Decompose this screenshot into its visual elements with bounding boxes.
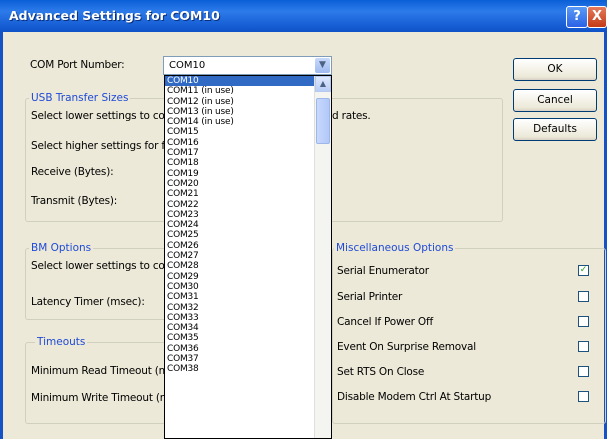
com-port-option[interactable]: COM33 (165, 313, 331, 323)
com-port-option[interactable]: COM35 (165, 333, 331, 343)
misc-options-title: Miscellaneous Options (334, 242, 456, 254)
serial-printer-checkbox[interactable] (578, 291, 589, 302)
misc-option-label: Set RTS On Close (337, 366, 425, 378)
com-port-option[interactable]: COM32 (165, 303, 331, 313)
window-title: Advanced Settings for COM10 (9, 8, 220, 23)
bm-options-title: BM Options (29, 242, 94, 254)
com-port-option[interactable]: COM10 (165, 76, 331, 87)
com-port-option[interactable]: COM34 (165, 323, 331, 333)
close-button[interactable]: X (587, 6, 607, 28)
defaults-button[interactable]: Defaults (513, 118, 597, 141)
com-port-option[interactable]: COM30 (165, 282, 331, 292)
checkmark-icon: ✓ (579, 265, 588, 275)
disable-modem-ctrl-checkbox[interactable] (578, 391, 589, 402)
timeouts-title: Timeouts (35, 336, 88, 348)
serial-enumerator-checkbox[interactable]: ✓ (578, 265, 589, 276)
com-port-options: COM10 COM11 (in use) COM12 (in use) COM13 (… (165, 76, 331, 375)
transmit-label: Transmit (Bytes): (31, 195, 118, 207)
com-port-dropdown-list[interactable]: COM10 COM11 (in use) COM12 (in use) COM13 (… (164, 75, 332, 439)
latency-timer-label: Latency Timer (msec): (31, 296, 145, 308)
cancel-if-power-off-checkbox[interactable] (578, 316, 589, 327)
com-port-option[interactable]: COM17 (165, 148, 331, 158)
misc-option-label: Disable Modem Ctrl At Startup (337, 391, 492, 403)
com-port-label: COM Port Number: (30, 59, 125, 71)
com-port-value: COM10 (169, 60, 206, 71)
title-bar: Advanced Settings for COM10 ? X (0, 0, 607, 33)
com-port-option[interactable]: COM22 (165, 200, 331, 210)
com-port-option[interactable]: COM26 (165, 241, 331, 251)
chevron-down-icon[interactable]: ▼ (315, 58, 330, 73)
com-port-option[interactable]: COM19 (165, 169, 331, 179)
chevron-up-icon[interactable]: ▲ (315, 76, 331, 92)
scrollbar-thumb[interactable] (316, 98, 330, 144)
usb-transfer-title: USB Transfer Sizes (29, 92, 131, 104)
event-on-surprise-removal-checkbox[interactable] (578, 341, 589, 352)
com-port-option[interactable]: COM20 (165, 179, 331, 189)
usb-higher-text: Select higher settings for fas (31, 140, 177, 152)
com-port-combobox[interactable]: COM10 ▼ (163, 56, 332, 75)
com-port-option[interactable]: COM18 (165, 158, 331, 168)
misc-option-label: Event On Surprise Removal (337, 341, 476, 353)
misc-option-label: Serial Enumerator (337, 265, 429, 277)
min-write-timeout-label: Minimum Write Timeout (mse (31, 392, 182, 404)
misc-option-label: Serial Printer (337, 291, 403, 303)
com-port-option[interactable]: COM37 (165, 354, 331, 364)
com-port-option[interactable]: COM23 (165, 210, 331, 220)
min-read-timeout-label: Minimum Read Timeout (msec (31, 365, 186, 377)
com-port-option[interactable]: COM36 (165, 344, 331, 354)
set-rts-on-close-checkbox[interactable] (578, 366, 589, 377)
usb-lower-tail: d rates. (332, 110, 371, 122)
com-port-option[interactable]: COM16 (165, 138, 331, 148)
com-port-option[interactable]: COM12 (in use) (165, 97, 331, 107)
misc-option-label: Cancel If Power Off (337, 316, 433, 328)
com-port-option[interactable]: COM28 (165, 261, 331, 271)
com-port-option[interactable]: COM24 (165, 220, 331, 230)
com-port-option[interactable]: COM27 (165, 251, 331, 261)
com-port-option[interactable]: COM14 (in use) (165, 117, 331, 127)
com-port-option[interactable]: COM29 (165, 272, 331, 282)
cancel-button[interactable]: Cancel (513, 89, 597, 112)
com-port-option[interactable]: COM38 (165, 364, 331, 374)
com-port-option[interactable]: COM25 (165, 230, 331, 240)
bm-lower-text: Select lower settings to corre (31, 260, 179, 272)
ok-button[interactable]: OK (513, 58, 597, 81)
dropdown-scrollbar[interactable]: ▲ (314, 76, 331, 438)
com-port-option[interactable]: COM13 (in use) (165, 107, 331, 117)
receive-label: Receive (Bytes): (31, 166, 114, 178)
com-port-option[interactable]: COM15 (165, 127, 331, 137)
help-button[interactable]: ? (566, 6, 588, 28)
com-port-option[interactable]: COM31 (165, 292, 331, 302)
usb-lower-text: Select lower settings to corre (31, 110, 179, 122)
com-port-option[interactable]: COM21 (165, 189, 331, 199)
com-port-option[interactable]: COM11 (in use) (165, 86, 331, 96)
